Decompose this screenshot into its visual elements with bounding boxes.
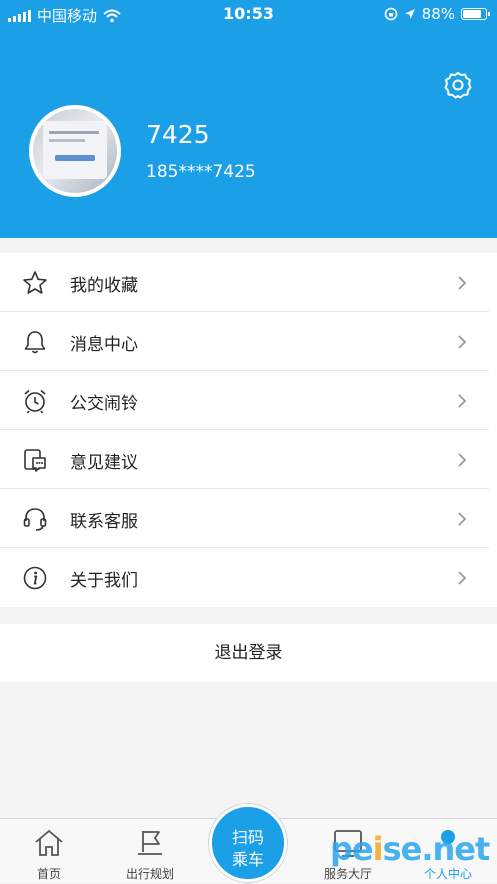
user-phone: 185****7425 <box>146 162 256 182</box>
tab-home[interactable]: 首页 <box>9 819 89 884</box>
info-icon <box>23 566 47 590</box>
menu-item-label: 我的收藏 <box>70 276 138 296</box>
battery-icon <box>461 8 490 20</box>
chevron-right-icon <box>458 571 467 585</box>
logout-button[interactable]: 退出登录 <box>0 624 497 682</box>
menu-item-label: 公交闹铃 <box>70 394 138 414</box>
headset-icon <box>23 508 47 531</box>
menu-item-label: 关于我们 <box>70 571 138 591</box>
chevron-right-icon <box>458 394 467 408</box>
route-flag-icon <box>138 831 162 855</box>
avatar-photo-detail <box>49 131 99 134</box>
location-arrow-icon <box>404 9 415 19</box>
feedback-icon <box>24 449 46 472</box>
watermark-part2: se.net <box>382 830 491 868</box>
scan-label-line1: 扫码 <box>231 828 264 847</box>
avatar-photo-detail <box>55 155 95 161</box>
star-icon <box>23 271 47 294</box>
tab-label: 出行规划 <box>125 867 174 881</box>
scan-label-line2: 乘车 <box>231 850 264 869</box>
chevron-right-icon <box>458 453 467 467</box>
watermark-dot: i <box>372 830 384 868</box>
chevron-right-icon <box>458 276 467 290</box>
scan-to-ride-button[interactable]: 扫码 乘车 <box>209 804 287 882</box>
menu-item-label: 消息中心 <box>70 335 138 355</box>
avatar-photo-detail <box>49 139 85 142</box>
menu-item-customer-service[interactable]: 联系客服 <box>0 489 497 548</box>
watermark: peise.net <box>330 830 491 868</box>
menu-item-feedback[interactable]: 意见建议 <box>0 430 497 489</box>
watermark-part1: pe <box>330 830 374 868</box>
avatar[interactable] <box>29 105 121 197</box>
chevron-right-icon <box>458 512 467 526</box>
rotation-lock-icon <box>384 7 397 21</box>
status-right: 88% <box>384 5 490 23</box>
menu-item-label: 联系客服 <box>70 512 138 532</box>
menu-item-messages[interactable]: 消息中心 <box>0 312 497 371</box>
menu-item-about[interactable]: 关于我们 <box>0 548 497 607</box>
menu-item-bus-alarm[interactable]: 公交闹铃 <box>0 371 497 430</box>
user-name: 7425 <box>146 120 210 149</box>
menu-list: 我的收藏 消息中心 公交闹铃 意见建议 联系客服 关于我们 <box>0 253 497 607</box>
status-bar: 中国移动 10:53 88% <box>0 0 497 30</box>
menu-item-label: 意见建议 <box>70 453 138 473</box>
chevron-right-icon <box>458 335 467 349</box>
avatar-photo <box>43 121 107 179</box>
tab-trip-planning[interactable]: 出行规划 <box>110 819 190 884</box>
tab-label: 首页 <box>36 867 61 881</box>
home-icon <box>35 829 63 856</box>
alarm-clock-icon <box>24 389 46 414</box>
battery-percent: 88% <box>421 5 455 23</box>
menu-item-favorites[interactable]: 我的收藏 <box>0 253 497 312</box>
bell-icon <box>24 331 46 354</box>
gear-icon[interactable] <box>443 70 473 100</box>
battery-fill <box>463 10 481 18</box>
